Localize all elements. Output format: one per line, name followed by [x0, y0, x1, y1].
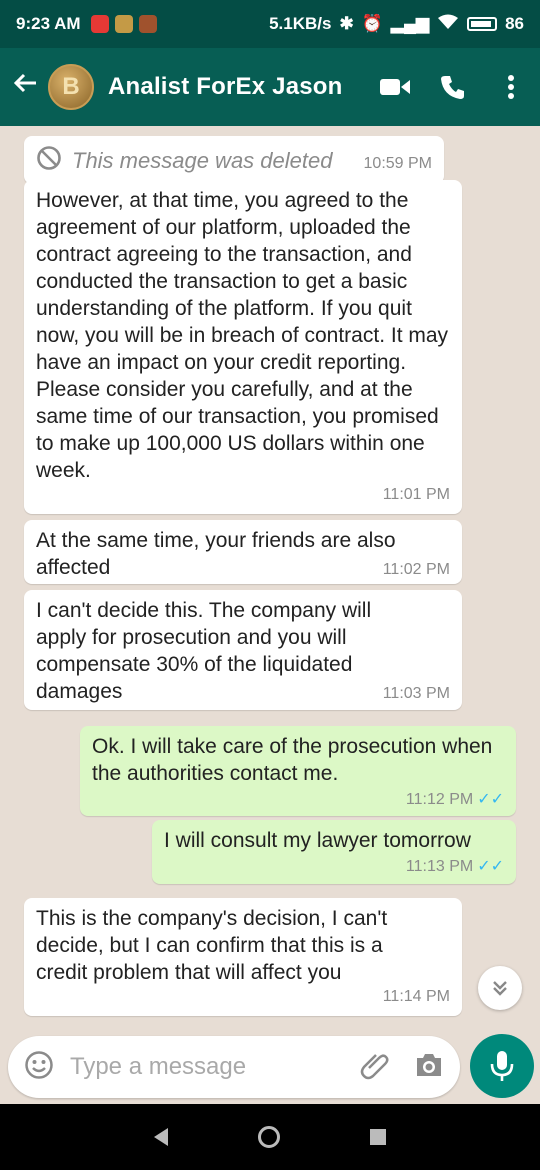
- alarm-icon: ⏰: [361, 14, 383, 33]
- message-time: 11:13 PM: [405, 858, 474, 875]
- nav-home-icon[interactable]: [258, 1126, 280, 1148]
- read-ticks-icon: ✓✓: [477, 858, 504, 875]
- battery-level: 86: [505, 14, 524, 33]
- message-text: Ok. I will take care of the prosecution …: [92, 735, 499, 785]
- status-time: 9:23 AM: [16, 14, 81, 33]
- message-composer[interactable]: Type a message: [8, 1036, 460, 1098]
- message-time: 11:12 PM: [405, 791, 474, 808]
- blocked-icon: [36, 145, 62, 176]
- system-nav-bar: [0, 1104, 540, 1170]
- paperclip-icon[interactable]: [360, 1050, 390, 1085]
- double-chevron-down-icon[interactable]: [478, 966, 522, 1010]
- message-meta: 11:12 PM ✓✓: [92, 789, 504, 809]
- nav-recent-icon[interactable]: [370, 1129, 386, 1145]
- read-ticks-icon: ✓✓: [477, 791, 504, 808]
- message-incoming[interactable]: This is the company's decision, I can't …: [24, 898, 462, 1016]
- composer-actions: [360, 1050, 444, 1085]
- message-text: This is the company's decision, I can't …: [36, 907, 394, 984]
- wifi-icon: [437, 14, 459, 35]
- camera-icon[interactable]: [414, 1052, 444, 1083]
- signal-icon: ▂▄▆: [390, 14, 430, 33]
- status-bar: 9:23 AM 5.1KB/s ✱ ⏰ ▂▄▆ 86: [0, 0, 540, 48]
- message-time: 10:59 PM: [363, 154, 432, 172]
- message-deleted[interactable]: This message was deleted 10:59 PM: [24, 136, 444, 184]
- contact-name[interactable]: Analist ForEx Jason: [108, 73, 343, 101]
- emoji-icon[interactable]: [24, 1050, 54, 1085]
- avatar-glyph: B: [62, 73, 80, 100]
- video-call-icon[interactable]: [378, 70, 412, 104]
- battery-icon: [467, 17, 498, 31]
- message-input[interactable]: Type a message: [70, 1053, 246, 1081]
- back-arrow-icon[interactable]: [12, 70, 42, 104]
- message-incoming[interactable]: I can't decide this. The company will ap…: [24, 590, 462, 710]
- more-vert-icon[interactable]: [494, 70, 528, 104]
- header-actions: [378, 70, 528, 104]
- notification-app-icon: [114, 15, 133, 33]
- message-outgoing[interactable]: Ok. I will take care of the prosecution …: [80, 726, 516, 816]
- notification-app-icon: [90, 15, 109, 33]
- bluetooth-icon: ✱: [339, 14, 354, 33]
- message-time: 11:01 PM: [382, 486, 450, 503]
- message-text: However, at that time, you agreed to the…: [36, 189, 454, 482]
- phone-icon[interactable]: [436, 70, 470, 104]
- status-right: 5.1KB/s ✱ ⏰ ▂▄▆ 86: [269, 14, 524, 35]
- network-speed: 5.1KB/s: [269, 14, 332, 33]
- message-meta: 11:13 PM ✓✓: [164, 856, 504, 876]
- nav-back-icon[interactable]: [154, 1128, 168, 1146]
- notification-app-icon: [138, 15, 157, 33]
- message-text: I will consult my lawyer tomorrow: [164, 829, 471, 852]
- avatar[interactable]: B: [48, 64, 94, 110]
- notification-icons: [90, 15, 157, 33]
- message-outgoing[interactable]: I will consult my lawyer tomorrow 11:13 …: [152, 820, 516, 884]
- message-incoming[interactable]: However, at that time, you agreed to the…: [24, 180, 462, 514]
- message-incoming[interactable]: At the same time, your friends are also …: [24, 520, 462, 584]
- message-time: 11:14 PM: [382, 988, 450, 1005]
- message-list[interactable]: This message was deleted 10:59 PM Howeve…: [0, 126, 540, 1036]
- mic-icon[interactable]: [470, 1034, 534, 1098]
- chat-header: B Analist ForEx Jason: [0, 48, 540, 126]
- message-text: This message was deleted: [72, 148, 333, 173]
